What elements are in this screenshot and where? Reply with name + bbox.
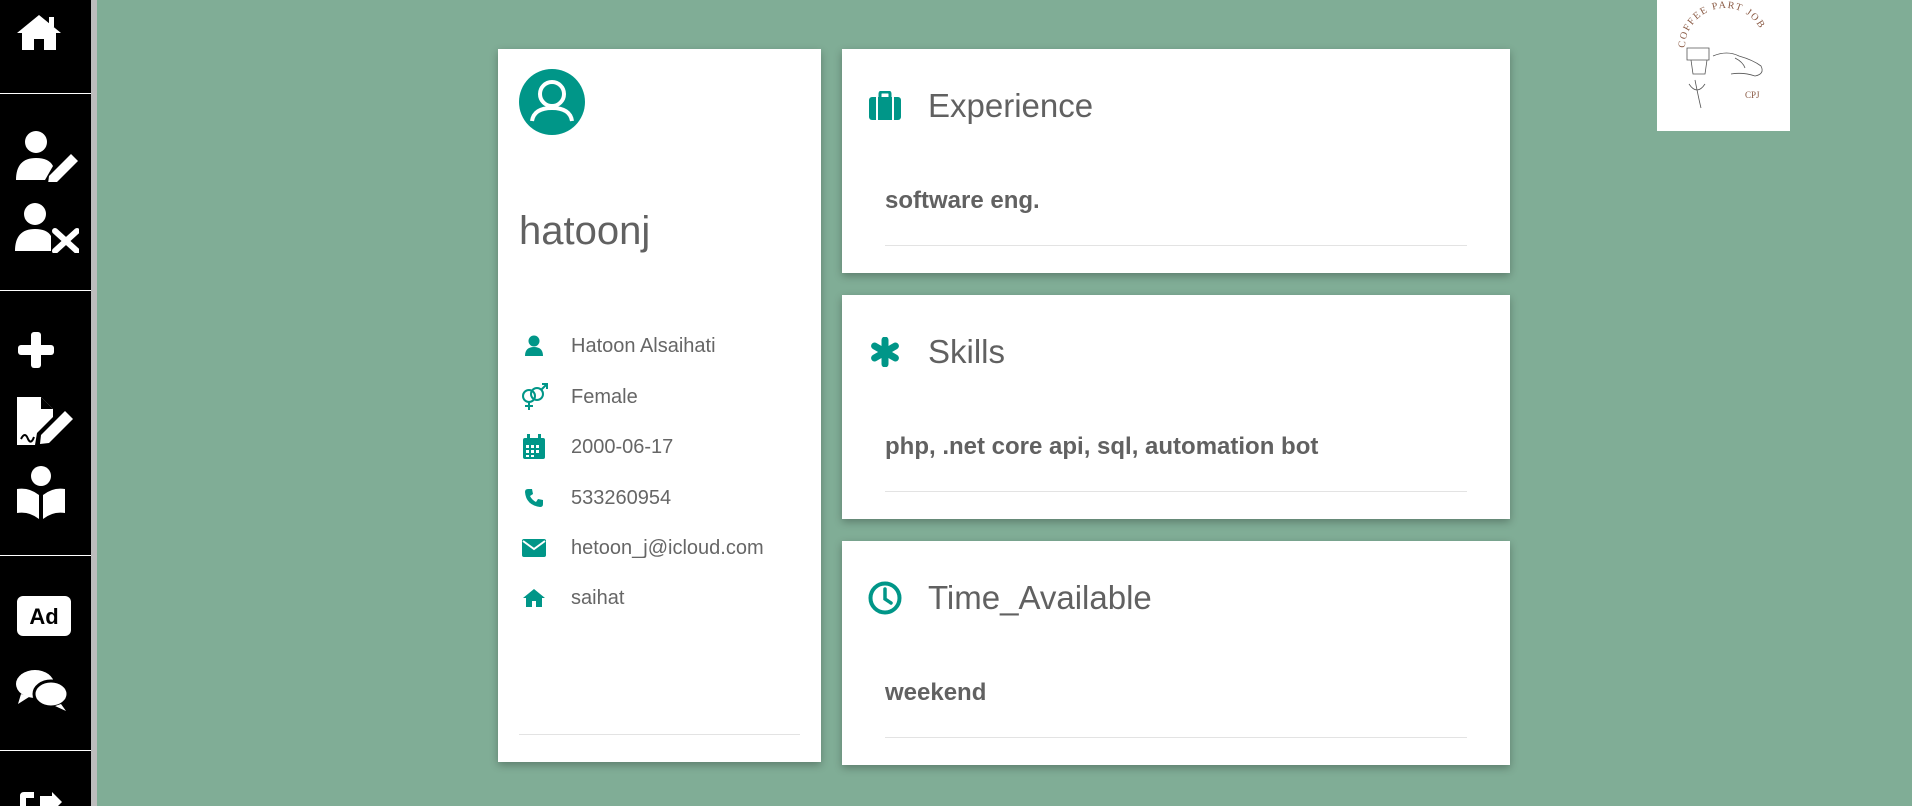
profile-email: hetoon_j@icloud.com: [571, 536, 764, 559]
profile-birthdate: 2000-06-17: [571, 435, 674, 458]
time-available-card: Time_Available weekend: [842, 541, 1510, 765]
info-row-city: saihat: [519, 583, 624, 613]
profile-username: hatoonj: [519, 209, 651, 253]
profile-phone: 533260954: [571, 486, 672, 509]
svg-text:CPJ: CPJ: [1745, 90, 1760, 100]
plus-icon[interactable]: [16, 330, 56, 370]
briefcase-icon: [868, 89, 902, 123]
divider: [885, 245, 1467, 246]
sidebar-divider: [0, 93, 91, 94]
brand-logo[interactable]: COFFEE PART JOB CPJ: [1657, 0, 1790, 131]
phone-icon: [519, 483, 549, 513]
user-icon: [519, 331, 549, 361]
divider: [519, 734, 800, 735]
house-icon: [519, 583, 549, 613]
time-available-value: weekend: [885, 679, 987, 706]
profile-full-name: Hatoon Alsaihati: [571, 334, 716, 357]
experience-title: Experience: [928, 87, 1094, 124]
asterisk-icon: [868, 335, 902, 369]
info-row-name: Hatoon Alsaihati: [519, 331, 716, 361]
skills-title: Skills: [928, 333, 1006, 370]
svg-text:Ad: Ad: [29, 604, 58, 629]
experience-card: Experience software eng.: [842, 49, 1510, 273]
experience-value: software eng.: [885, 187, 1040, 214]
file-signature-icon[interactable]: [15, 395, 75, 447]
user-edit-icon[interactable]: [15, 130, 79, 182]
profile-gender: Female: [571, 385, 638, 408]
calendar-icon: [519, 432, 549, 462]
profile-card: hatoonj Hatoon Alsaihati Female 2000-06-…: [498, 49, 821, 762]
info-row-phone: 533260954: [519, 483, 671, 513]
sign-out-icon[interactable]: [18, 792, 62, 806]
sidebar: Ad: [0, 0, 91, 806]
user-remove-icon[interactable]: [15, 203, 79, 253]
ad-icon[interactable]: Ad: [16, 595, 72, 637]
skills-value: php, .net core api, sql, automation bot: [885, 433, 1319, 460]
divider: [885, 737, 1467, 738]
gender-icon: [519, 382, 549, 412]
clock-icon: [868, 581, 902, 615]
profile-city: saihat: [571, 586, 625, 609]
info-row-birthdate: 2000-06-17: [519, 432, 673, 462]
sidebar-divider: [0, 555, 91, 556]
time-available-title: Time_Available: [928, 579, 1152, 616]
sidebar-divider: [0, 290, 91, 291]
home-icon[interactable]: [15, 12, 63, 52]
skills-card: Skills php, .net core api, sql, automati…: [842, 295, 1510, 519]
info-row-gender: Female: [519, 382, 638, 412]
sidebar-scroll-edge: [91, 0, 97, 806]
svg-text:COFFEE PART JOB: COFFEE PART JOB: [1677, 0, 1768, 48]
chat-icon[interactable]: [15, 668, 69, 712]
envelope-icon: [519, 533, 549, 563]
user-read-icon[interactable]: [15, 465, 67, 519]
sidebar-divider: [0, 750, 91, 751]
avatar-icon: [519, 69, 585, 135]
divider: [885, 491, 1467, 492]
info-row-email: hetoon_j@icloud.com: [519, 533, 764, 563]
